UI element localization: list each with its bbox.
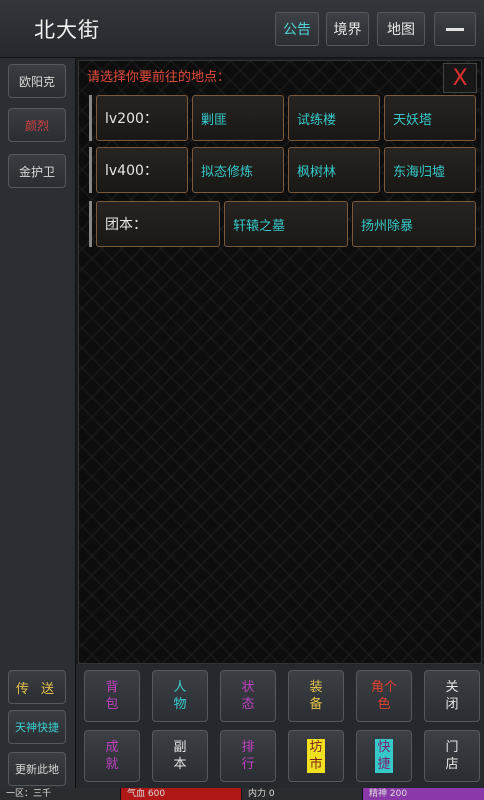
ranking-button[interactable]: 排 行 (220, 730, 276, 782)
destination-xuanyuan-tomb[interactable]: 轩辕之墓 (224, 201, 348, 247)
action-panel: 背 包 人 物 状 态 装 备 角个 色 关 闭 成 就 副 本 排 行 坊 市… (76, 664, 484, 788)
destination-yangzhou[interactable]: 扬州除暴 (352, 201, 476, 247)
achievement-button[interactable]: 成 就 (84, 730, 140, 782)
row-label: lv200： (96, 95, 188, 141)
close-panel-button[interactable]: X (443, 63, 477, 93)
status-button[interactable]: 状 态 (220, 670, 276, 722)
shop-button[interactable]: 门 店 (424, 730, 480, 782)
destination-row-lv200: lv200： 剿匪 试练楼 天妖塔 (89, 95, 476, 141)
server-label: 一区：三千 (0, 788, 120, 800)
status-bar: 一区：三千 气血 600 内力 0 精神 200 (0, 788, 484, 800)
destination-demon-tower[interactable]: 天妖塔 (384, 95, 476, 141)
destination-panel: 请选择你要前往的地点： X lv200： 剿匪 试练楼 天妖塔 lv400： 拟… (78, 60, 482, 664)
row-label: lv400： (96, 147, 188, 193)
bag-button[interactable]: 背 包 (84, 670, 140, 722)
destination-bandit[interactable]: 剿匪 (192, 95, 284, 141)
destination-prompt: 请选择你要前往的地点： (87, 70, 231, 85)
destination-row-lv400: lv400： 拟态修炼 枫树林 东海归墟 (89, 147, 476, 193)
destination-east-sea[interactable]: 东海归墟 (384, 147, 476, 193)
row-label: 团本： (96, 201, 220, 247)
equipment-button[interactable]: 装 备 (288, 670, 344, 722)
destination-maple-forest[interactable]: 枫树林 (288, 147, 380, 193)
notice-button[interactable]: 公告 (275, 12, 319, 46)
npc-button-gold-guard[interactable]: 金护卫 (8, 154, 66, 188)
role-button[interactable]: 角个 色 (356, 670, 412, 722)
npc-button-ouyangke[interactable]: 欧阳克 (8, 64, 66, 98)
location-title: 北大街 (34, 18, 100, 42)
internal-power-bar: 内力 0 (242, 788, 362, 800)
refresh-location-button[interactable]: 更新此地 (8, 752, 66, 786)
hp-bar: 气血 600 (121, 788, 241, 800)
quick-travel-button[interactable]: 天神快捷 (8, 710, 66, 744)
spirit-bar: 精神 200 (363, 788, 484, 800)
destination-mimic-training[interactable]: 拟态修炼 (192, 147, 284, 193)
shortcut-button[interactable]: 快 捷 (356, 730, 412, 782)
map-button[interactable]: 地图 (377, 12, 425, 46)
close-button[interactable]: 关 闭 (424, 670, 480, 722)
dungeon-button[interactable]: 副 本 (152, 730, 208, 782)
teleport-button[interactable]: 传 送 (8, 670, 66, 704)
destination-trial-tower[interactable]: 试练楼 (288, 95, 380, 141)
market-button[interactable]: 坊 市 (288, 730, 344, 782)
destination-row-team: 团本： 轩辕之墓 扬州除暴 (89, 201, 476, 247)
minus-icon (446, 27, 464, 31)
minimize-button[interactable] (434, 12, 476, 46)
top-header: 北大街 公告 境界 地图 (0, 0, 484, 58)
npc-button-2[interactable]: 颜烈 (8, 108, 66, 142)
character-button[interactable]: 人 物 (152, 670, 208, 722)
npc-sidebar: 欧阳克 颜烈 金护卫 传 送 天神快捷 更新此地 (0, 58, 76, 788)
realm-button[interactable]: 境界 (326, 12, 369, 46)
